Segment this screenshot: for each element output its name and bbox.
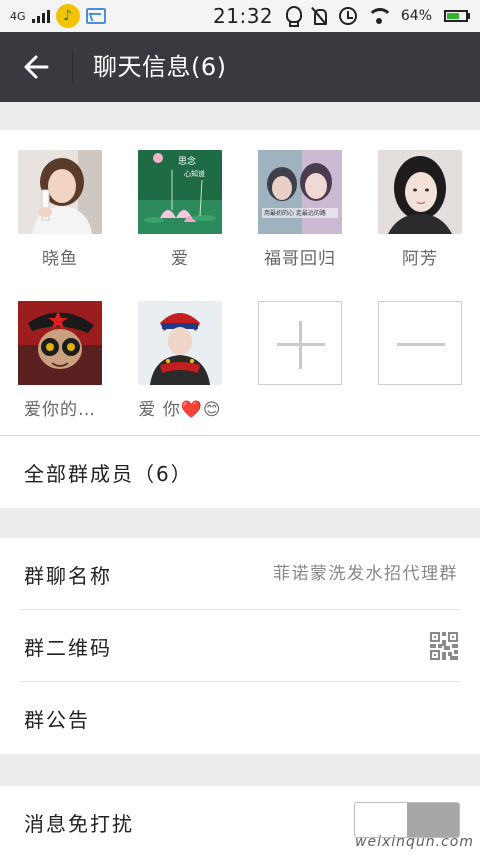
member-name: 晓鱼 [42, 249, 78, 269]
do-not-disturb-label: 消息免打扰 [24, 811, 134, 836]
member-name: 福哥回归 [264, 249, 336, 269]
member-avatar[interactable]: 思念 心知道 [138, 150, 222, 234]
group-name-value: 菲诺蒙洗发水招代理群 [273, 564, 458, 584]
member-avatar[interactable] [18, 150, 102, 234]
group-notice-row[interactable]: 群公告 [0, 682, 480, 754]
wifi-icon [368, 8, 389, 24]
do-not-disturb-toggle[interactable] [354, 802, 460, 838]
member-item[interactable]: 思念 心知道 爱 [138, 150, 222, 269]
battery-percent: 64% [400, 8, 432, 24]
all-members-row[interactable]: 全部群成员（6） [0, 436, 480, 508]
alarm-icon [338, 7, 357, 25]
mute-icon [311, 7, 327, 25]
toggle-knob [407, 803, 459, 837]
music-app-icon: ♪ [55, 4, 80, 28]
all-members-label: 全部群成员（6） [24, 461, 193, 486]
add-member-button[interactable] [258, 301, 342, 385]
battery-fill [447, 13, 459, 19]
member-item[interactable]: 爱你的… [18, 301, 102, 420]
member-avatar[interactable] [138, 301, 222, 385]
watermark: weixinqun.com [355, 834, 474, 850]
status-right: 64% [285, 0, 470, 32]
member-grid: 晓鱼 思念 心知道 爱 用最初的心 走最远的路 福哥回归 阿芳 爱你的… 爱 你… [0, 130, 480, 435]
network-type: 4G [10, 9, 26, 23]
minus-icon [397, 343, 445, 346]
status-bar: 4G ♪ 21:32 64% [0, 0, 480, 32]
group-notice-label: 群公告 [24, 707, 90, 732]
member-avatar[interactable]: 用最初的心 走最远的路 [258, 150, 342, 234]
member-item[interactable]: 阿芳 [378, 150, 462, 269]
avatar-text: 心知道 [184, 169, 205, 178]
avatar-text: 思念 [178, 155, 196, 167]
signal-icon [31, 9, 50, 23]
status-left: 4G ♪ [10, 0, 106, 32]
member-name: 爱 [171, 249, 189, 269]
member-name: 爱 你❤️😊 [138, 400, 222, 420]
avatar-text: 用最初的心 走最远的路 [264, 209, 326, 217]
member-name: 阿芳 [402, 249, 438, 269]
qr-code-icon [430, 632, 458, 660]
bulb-icon [285, 6, 302, 27]
qr-code-label: 群二维码 [24, 635, 112, 660]
qr-code-row[interactable]: 群二维码 [0, 610, 480, 682]
back-button[interactable] [16, 49, 56, 85]
battery-icon [444, 10, 470, 22]
remove-member-button[interactable] [378, 301, 462, 385]
group-name-label: 群聊名称 [24, 563, 112, 588]
settings-group: 群聊名称 菲诺蒙洗发水招代理群 群二维码 群公告 [0, 538, 480, 754]
screen: 4G ♪ 21:32 64% 聊天信息(6) 晓鱼 思念 心知道 爱 用最初的心… [0, 0, 480, 854]
image-notification-icon [85, 8, 106, 24]
member-item[interactable]: 用最初的心 走最远的路 福哥回归 [258, 150, 342, 269]
member-name: 爱你的… [24, 400, 96, 420]
status-time: 21:32 [213, 4, 274, 28]
back-arrow-icon [24, 55, 49, 79]
title-divider [72, 50, 73, 84]
member-item[interactable]: 爱 你❤️😊 [138, 301, 222, 420]
title-bar: 聊天信息(6) [0, 32, 480, 102]
member-item[interactable]: 晓鱼 [18, 150, 102, 269]
page-title: 聊天信息(6) [93, 53, 227, 81]
group-name-row[interactable]: 群聊名称 菲诺蒙洗发水招代理群 [0, 538, 480, 610]
member-avatar[interactable] [18, 301, 102, 385]
member-avatar[interactable] [378, 150, 462, 234]
